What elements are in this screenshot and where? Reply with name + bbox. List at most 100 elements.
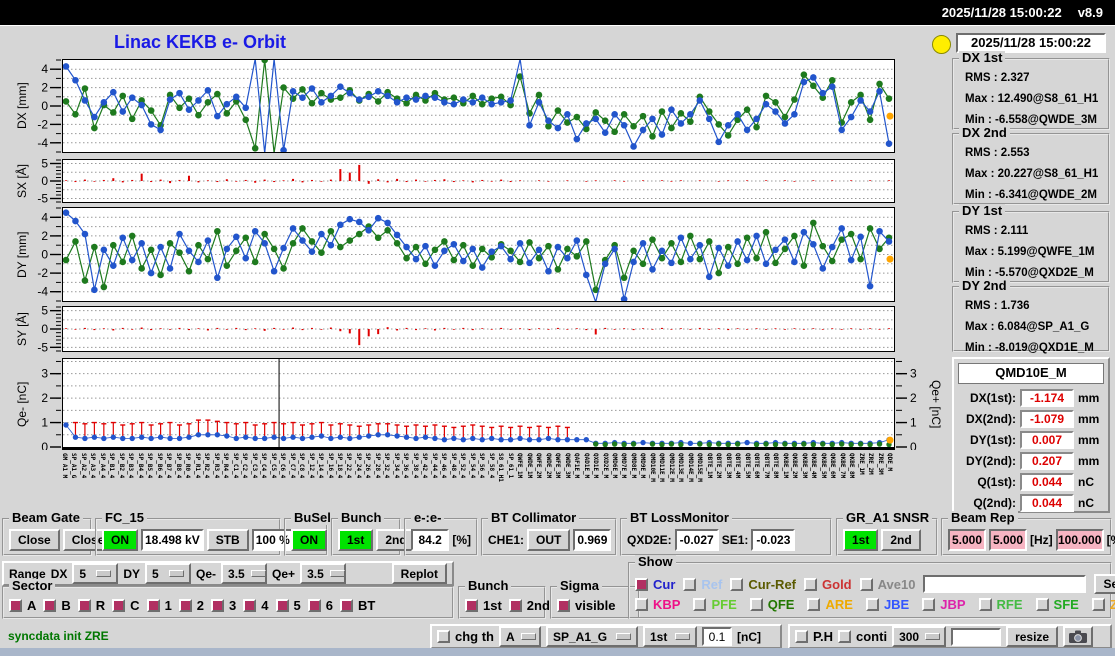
sector-c-checkbox[interactable]: C [112, 598, 140, 613]
bpm-label: SP_58_4 [487, 453, 495, 479]
bpm-label: SP_22_4 [345, 453, 353, 479]
set-ref-button[interactable]: Set Ref [1094, 574, 1115, 594]
sigma-visible-checkbox[interactable]: visible [557, 598, 615, 613]
show-are-checkbox-box[interactable] [807, 598, 821, 611]
resize-button[interactable]: resize [1006, 626, 1059, 647]
sector-4-checkbox-box[interactable] [243, 598, 257, 612]
range-qe--dropdown[interactable]: 3.5 [221, 563, 268, 584]
sector-bt-checkbox-box[interactable] [339, 598, 353, 612]
sector-r-checkbox[interactable]: R [77, 598, 105, 613]
show-jbe-checkbox-box[interactable] [865, 598, 879, 611]
ph-checkbox-box[interactable] [795, 630, 808, 643]
sector-4-checkbox[interactable]: 4 [243, 598, 269, 613]
show-pfe-checkbox-box[interactable] [693, 598, 707, 611]
gr-a1-2nd-button[interactable]: 2nd [881, 528, 921, 551]
show-jbe-checkbox[interactable]: JBE [865, 597, 909, 612]
monitor-row-unit: mm [1078, 432, 1100, 447]
extra-input[interactable] [951, 627, 1002, 646]
beam-gate-close-1[interactable]: Close [9, 528, 60, 551]
show-zre-checkbox-box[interactable] [1091, 598, 1105, 611]
bpm-dropdown[interactable]: SP_A1_G [546, 626, 638, 647]
sector-b-checkbox-box[interactable] [43, 598, 57, 612]
show-sfe-checkbox[interactable]: SFE [1035, 597, 1079, 612]
show-kbp-checkbox-label: KBP [653, 597, 681, 612]
sector-5-checkbox-box[interactable] [275, 598, 289, 612]
bunch-select-2nd-checkbox[interactable]: 2nd [508, 598, 550, 613]
show-gold-checkbox-box[interactable] [804, 577, 818, 591]
show-sfe-checkbox-box[interactable] [1035, 598, 1049, 611]
bpm-label: SP_32_4 [383, 453, 391, 479]
bunch-dropdown[interactable]: 1st [643, 626, 697, 647]
show-zre-checkbox[interactable]: ZRE [1091, 597, 1115, 612]
se1-field[interactable]: -0.023 [751, 528, 796, 551]
sector-3-checkbox[interactable]: 3 [211, 598, 236, 613]
sector-bt-checkbox[interactable]: BT [339, 598, 375, 613]
show-jbp-checkbox[interactable]: JBP [922, 597, 966, 612]
sector-6-checkbox-box[interactable] [307, 598, 321, 612]
show-cur-checkbox-box[interactable] [635, 577, 648, 591]
show-pfe-checkbox[interactable]: PFE [693, 597, 737, 612]
conti-checkbox[interactable]: conti [838, 629, 887, 644]
sector-1-checkbox[interactable]: 1 [146, 598, 172, 613]
range-dy-dropdown[interactable]: 5 [145, 563, 192, 584]
fc15-voltage-field[interactable]: 18.498 kV [141, 528, 204, 551]
sector-a-checkbox-box[interactable] [9, 598, 22, 612]
sector-3-checkbox-box[interactable] [211, 598, 225, 612]
show-cur-ref-checkbox-box[interactable] [730, 577, 744, 591]
beam-rep-duty-field[interactable]: 100.000 [1055, 528, 1104, 551]
che1-out-button[interactable]: OUT [527, 528, 571, 551]
sector-6-checkbox[interactable]: 6 [307, 598, 333, 613]
sector-2-checkbox-box[interactable] [178, 598, 192, 612]
che1-value-field[interactable]: 0.969 [573, 528, 612, 551]
show-kbp-checkbox-box[interactable] [635, 598, 648, 611]
show-cur-ref-checkbox[interactable]: Cur-Ref [730, 577, 796, 592]
sector-a-checkbox[interactable]: A [9, 598, 36, 613]
sector-1-checkbox-box[interactable] [146, 598, 160, 612]
bunch-select-1st-checkbox[interactable]: 1st [465, 598, 502, 613]
show-cur-checkbox[interactable]: Cur [635, 577, 675, 592]
ph-checkbox[interactable]: P.H [795, 629, 833, 644]
show-ref-checkbox-box[interactable] [683, 577, 697, 591]
range-qe+-dropdown[interactable]: 3.5 [300, 563, 347, 584]
sector-b-checkbox[interactable]: B [43, 598, 71, 613]
show-jbp-checkbox-box[interactable] [922, 598, 936, 611]
beam-rep-field-1[interactable]: 5.000 [948, 528, 986, 551]
fc15-on-button[interactable]: ON [102, 528, 138, 551]
chg-th-checkbox-box[interactable] [437, 630, 450, 643]
show-rfe-checkbox[interactable]: RFE [978, 597, 1023, 612]
sector-5-checkbox[interactable]: 5 [275, 598, 301, 613]
sector-r-checkbox-box[interactable] [77, 598, 91, 612]
ee-ratio-field[interactable]: 84.2 [411, 528, 450, 551]
chg-th-checkbox[interactable]: chg th [437, 629, 494, 644]
show-are-checkbox[interactable]: ARE [807, 597, 853, 612]
sector-2-checkbox[interactable]: 2 [178, 598, 204, 613]
beam-rep-field-2[interactable]: 5.000 [989, 528, 1027, 551]
conti-checkbox-label: conti [856, 629, 888, 644]
bunch-select-1st-checkbox-box[interactable] [465, 598, 478, 612]
fc15-stb-button[interactable]: STB [206, 528, 249, 551]
sigma-visible-checkbox-box[interactable] [557, 598, 570, 612]
sector-c-checkbox-box[interactable] [112, 598, 126, 612]
qxd2e-field[interactable]: -0.027 [674, 528, 719, 551]
range-dx-dropdown[interactable]: 5 [72, 563, 119, 584]
busel-on-button[interactable]: ON [291, 528, 327, 551]
show-ref-checkbox[interactable]: Ref [683, 577, 722, 592]
show-qfe-checkbox-box[interactable] [749, 598, 763, 611]
show-kbp-checkbox[interactable]: KBP [635, 597, 680, 612]
show-ave10-checkbox-box[interactable] [859, 577, 873, 591]
screenshot-button[interactable] [1063, 626, 1094, 647]
titlebar-datetime: 2025/11/28 15:00:22 [941, 5, 1062, 20]
show-rfe-checkbox-box[interactable] [978, 598, 992, 611]
th-target-dropdown[interactable]: A [499, 626, 541, 647]
threshold-field[interactable]: 0.1 [702, 627, 732, 646]
ref-file-input[interactable] [923, 575, 1087, 593]
conti-checkbox-box[interactable] [838, 630, 851, 643]
gr-a1-1st-button[interactable]: 1st [843, 528, 879, 551]
bunch-select-2nd-checkbox-box[interactable] [508, 598, 522, 612]
bunch-1st-button[interactable]: 1st [338, 528, 374, 551]
show-gold-checkbox[interactable]: Gold [804, 577, 852, 592]
show-ave10-checkbox[interactable]: Ave10 [859, 577, 915, 592]
show-qfe-checkbox[interactable]: QFE [749, 597, 794, 612]
points-dropdown[interactable]: 300 [892, 626, 947, 647]
replot-button[interactable]: Replot [391, 563, 447, 584]
